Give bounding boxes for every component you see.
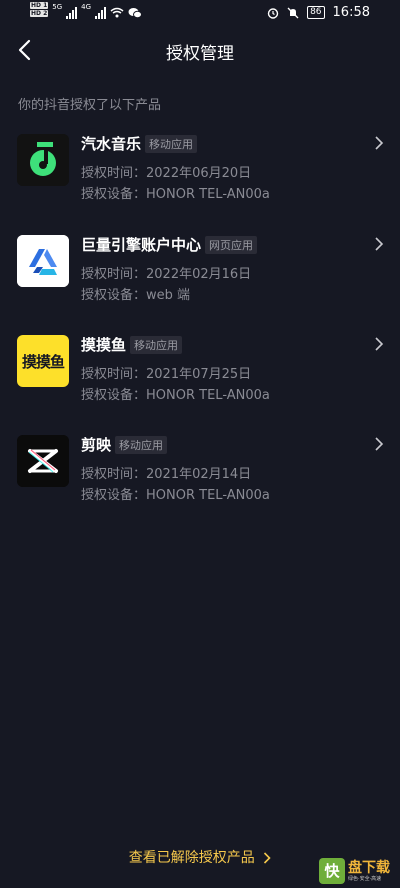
auth-time-label: 授权时间： xyxy=(81,267,147,282)
capcut-icon xyxy=(17,435,69,487)
auth-device-row: 授权设备：HONOR TEL-AN00a xyxy=(81,384,270,403)
auth-time-label: 授权时间： xyxy=(81,367,147,382)
network-type-1: 5G xyxy=(52,3,63,11)
auth-device-label: 授权设备： xyxy=(81,488,147,503)
auth-device-row: 授权设备：web 端 xyxy=(81,284,190,303)
auth-time-value: 2021年02月14日 xyxy=(146,467,252,482)
ocean-engine-icon xyxy=(17,235,69,287)
app-name: 汽水音乐 xyxy=(81,135,142,153)
chevron-right-icon xyxy=(264,852,271,864)
auth-device-value: HONOR TEL-AN00a xyxy=(146,488,270,503)
auth-time-row: 授权时间：2021年07月25日 xyxy=(81,363,251,382)
auth-device-value: HONOR TEL-AN00a xyxy=(146,388,270,403)
signal-icon xyxy=(66,7,78,19)
auth-device-label: 授权设备： xyxy=(81,388,147,403)
watermark-logo-icon: 快 xyxy=(319,858,345,884)
wifi-icon xyxy=(110,7,124,18)
app-name: 摸摸鱼 xyxy=(81,336,127,354)
battery-indicator: 86 xyxy=(307,6,325,19)
auth-device-row: 授权设备：HONOR TEL-AN00a xyxy=(81,484,270,503)
auth-device-label: 授权设备： xyxy=(81,288,147,303)
section-label: 你的抖音授权了以下产品 xyxy=(18,98,162,113)
chevron-right-icon xyxy=(375,237,384,251)
authorized-app-item[interactable]: 摸摸鱼 摸摸鱼 移动应用 授权时间：2021年07月25日 授权设备：HONOR… xyxy=(0,335,400,427)
auth-time-value: 2022年02月16日 xyxy=(146,267,252,282)
app-type-badge: 移动应用 xyxy=(130,335,183,354)
auth-time-value: 2021年07月25日 xyxy=(146,367,252,382)
network-type-2: 4G xyxy=(81,3,92,11)
auth-time-label: 授权时间： xyxy=(81,467,147,482)
auth-device-value: HONOR TEL-AN00a xyxy=(146,187,270,202)
auth-time-label: 授权时间： xyxy=(81,166,147,181)
signal-icon-2 xyxy=(95,7,107,19)
watermark-subtext: 绿色·安全·高速 xyxy=(348,875,382,882)
nav-bar: 授权管理 xyxy=(0,30,400,72)
momoyu-icon: 摸摸鱼 xyxy=(17,335,69,387)
authorized-app-item[interactable]: 巨量引擎账户中心 网页应用 授权时间：2022年02月16日 授权设备：web … xyxy=(0,235,400,327)
hd-badge-1: HD 1 xyxy=(30,2,49,9)
momoyu-icon-text: 摸摸鱼 xyxy=(21,352,65,371)
app-type-badge: 移动应用 xyxy=(115,435,168,454)
auth-time-row: 授权时间：2022年06月20日 xyxy=(81,162,251,181)
view-revoked-products-label: 查看已解除授权产品 xyxy=(128,850,255,866)
app-name: 剪映 xyxy=(81,436,112,454)
status-time: 16:58 xyxy=(332,5,370,20)
authorized-app-item[interactable]: 剪映 移动应用 授权时间：2021年02月14日 授权设备：HONOR TEL-… xyxy=(0,435,400,527)
auth-time-row: 授权时间：2022年02月16日 xyxy=(81,263,251,282)
chevron-right-icon xyxy=(375,437,384,451)
status-bar: HD 1 HD 2 5G 4G 86 16:58 xyxy=(0,0,400,30)
app-type-badge: 移动应用 xyxy=(145,134,198,153)
chevron-right-icon xyxy=(375,337,384,351)
auth-device-row: 授权设备：HONOR TEL-AN00a xyxy=(81,183,270,202)
alarm-icon xyxy=(267,7,279,19)
page-title: 授权管理 xyxy=(166,44,234,64)
auth-device-label: 授权设备： xyxy=(81,187,147,202)
watermark: 快 盘下载 绿色·安全·高速 xyxy=(319,858,390,884)
wechat-icon xyxy=(128,8,143,19)
chevron-right-icon xyxy=(375,136,384,150)
mute-bell-icon xyxy=(287,7,299,18)
hd-badge-2: HD 2 xyxy=(30,10,49,17)
auth-time-value: 2022年06月20日 xyxy=(146,166,252,181)
app-type-badge: 网页应用 xyxy=(205,235,258,254)
auth-device-value: web 端 xyxy=(146,288,191,303)
auth-time-row: 授权时间：2021年02月14日 xyxy=(81,463,251,482)
watermark-text: 盘下载 xyxy=(348,859,390,876)
authorized-app-item[interactable]: 汽水音乐 移动应用 授权时间：2022年06月20日 授权设备：HONOR TE… xyxy=(0,134,400,226)
qishui-music-icon xyxy=(17,134,69,186)
app-name: 巨量引擎账户中心 xyxy=(81,236,202,254)
